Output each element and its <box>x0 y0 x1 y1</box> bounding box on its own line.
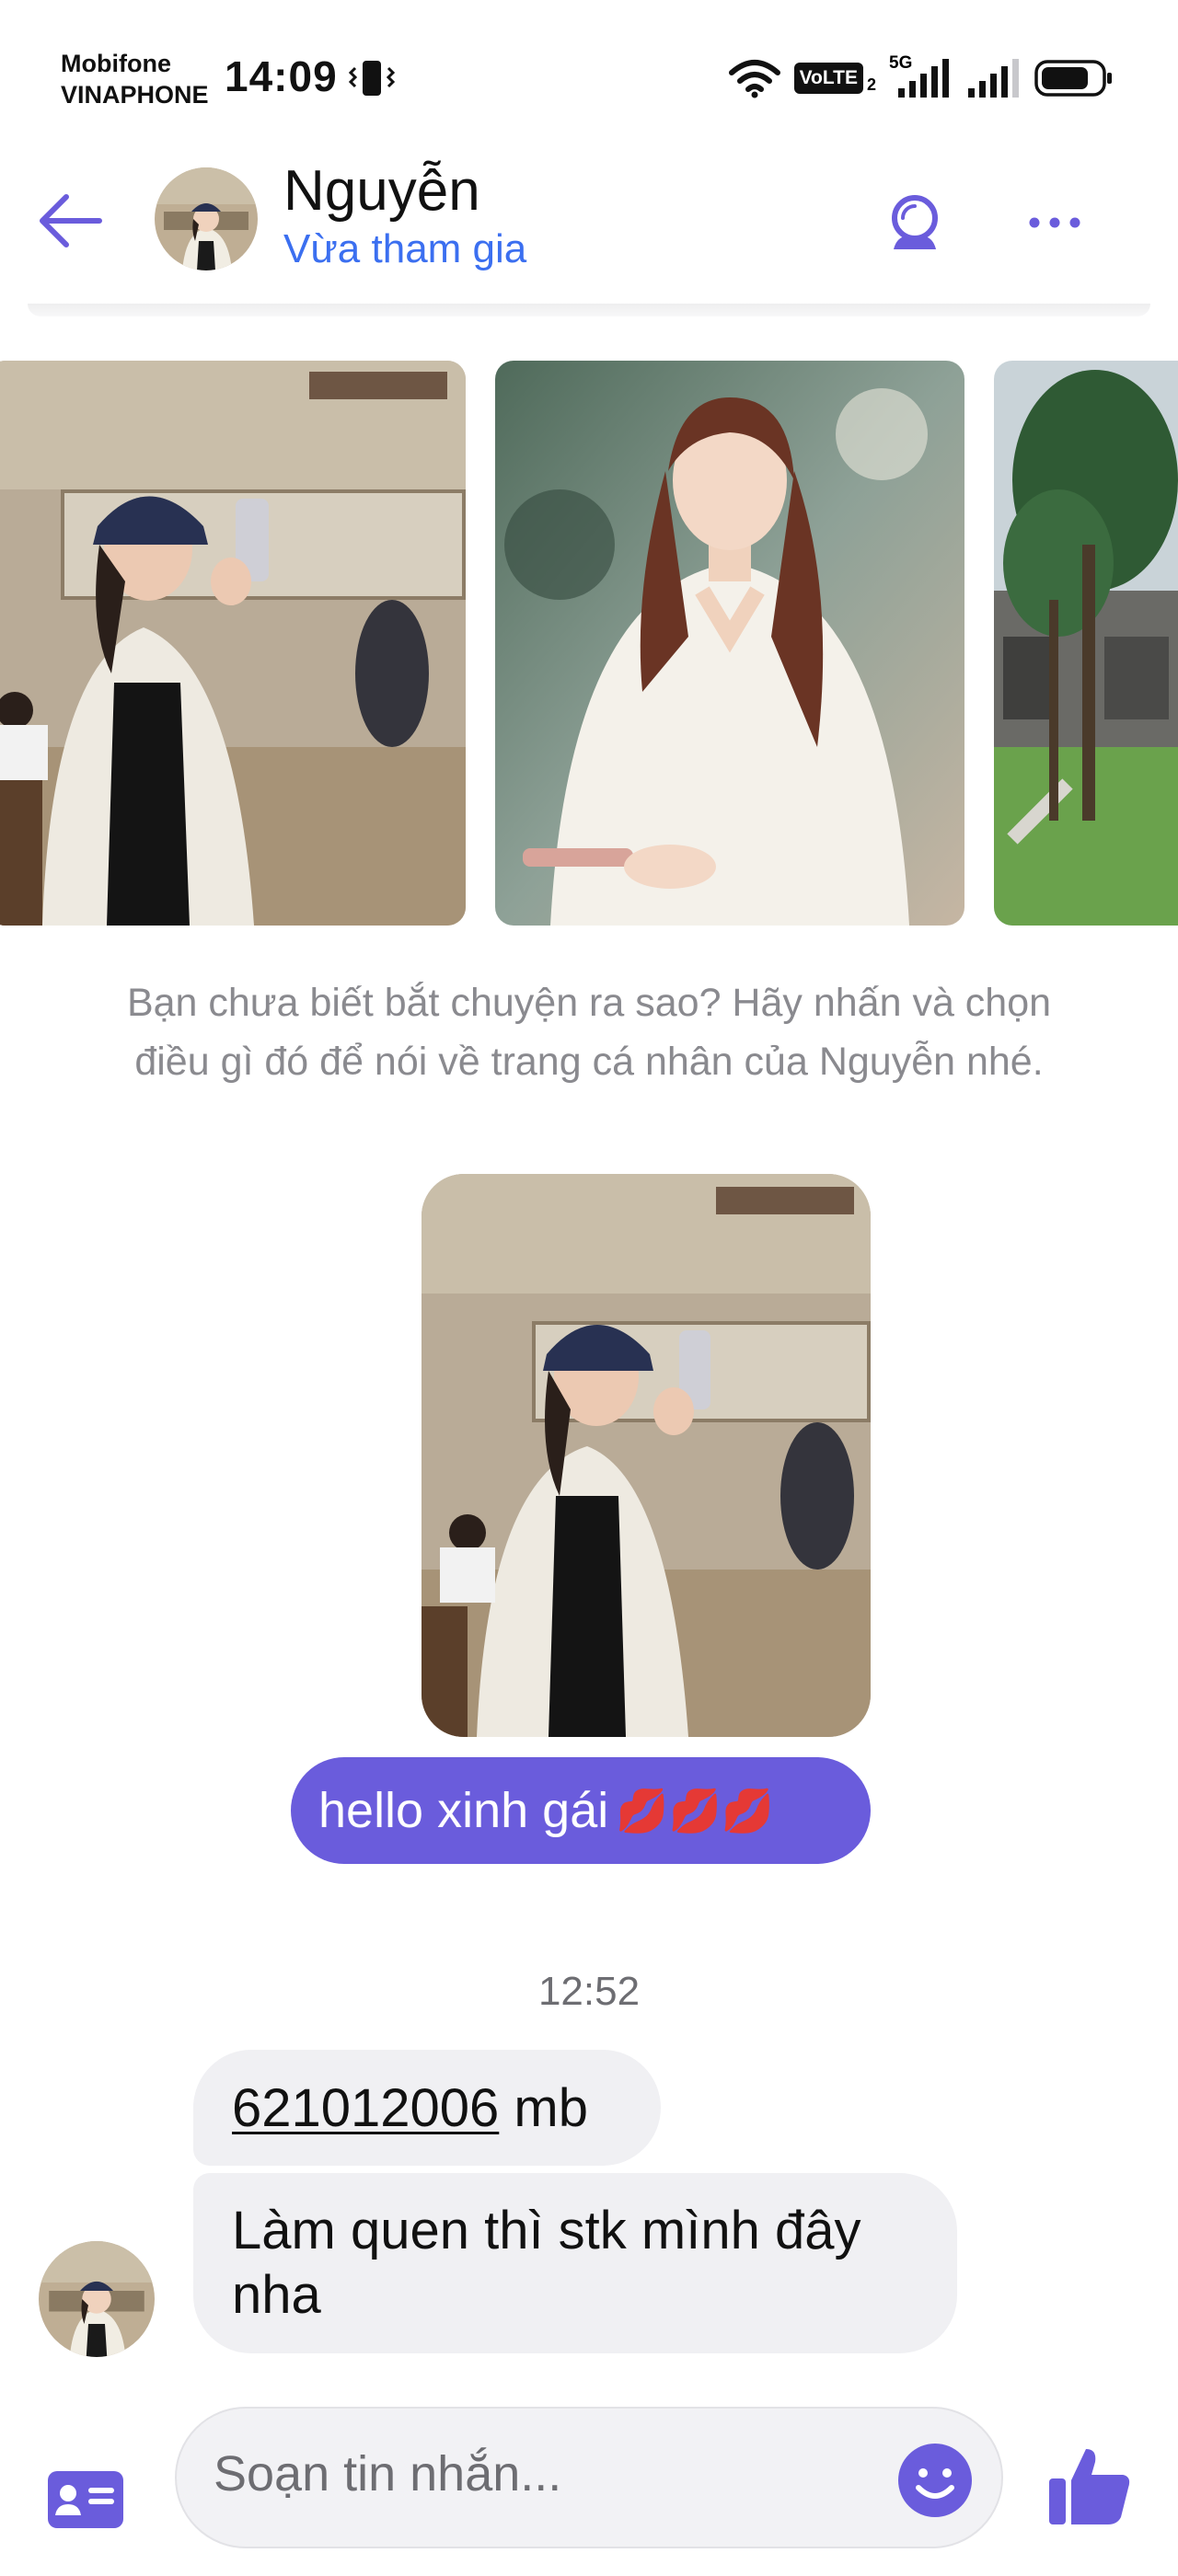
carousel-photo-white-dress[interactable] <box>495 361 964 926</box>
contact-avatar[interactable] <box>155 167 258 270</box>
incoming-message-bubble[interactable]: 621012006 mb <box>193 2050 661 2166</box>
contact-name[interactable]: Nguyễn <box>283 158 480 224</box>
volte-badge: VoLTE <box>793 63 863 94</box>
message-input[interactable]: Soạn tin nhắn... <box>175 2407 1003 2548</box>
carousel-photo-selfie[interactable] <box>0 361 466 926</box>
incoming-message-bubble[interactable]: Làm quen thì stk mình đây nha <box>193 2173 957 2353</box>
bank-name-text: mb <box>499 2077 588 2138</box>
carrier-2: VINAPHONE <box>61 81 209 109</box>
status-bar: Mobifone VINAPHONE 14:09 VoLTE 2 5G <box>0 0 1178 138</box>
like-icon[interactable] <box>1045 2444 1134 2528</box>
vibrate-icon <box>348 61 396 96</box>
outgoing-message-bubble[interactable]: hello xinh gái 💋💋💋 <box>291 1757 871 1864</box>
video-call-icon <box>892 195 938 249</box>
sender-avatar[interactable] <box>39 2241 155 2357</box>
sim-slot-label: 2 <box>866 75 876 94</box>
back-button[interactable] <box>33 184 107 258</box>
carrier-1: Mobifone <box>61 50 171 77</box>
battery-icon <box>1034 60 1112 97</box>
conversation-starter-hint: Bạn chưa biết bắt chuyện ra sao? Hãy nhấ… <box>126 981 1052 1084</box>
shared-photo-message[interactable] <box>422 1174 871 1737</box>
chat-header: Nguyễn Vừa tham gia <box>0 138 1178 316</box>
carrier-names: Mobifone VINAPHONE <box>61 48 209 110</box>
kiss-emoji: 💋💋💋 <box>616 1786 775 1834</box>
emoji-icon[interactable] <box>896 2442 974 2519</box>
header-divider <box>28 304 1150 316</box>
message-timestamp: 12:52 <box>537 1969 641 2014</box>
outgoing-message-text: hello xinh gái <box>318 1783 609 1838</box>
signal-icon <box>968 59 1019 98</box>
account-number-link[interactable]: 621012006 <box>232 2077 499 2139</box>
contact-card-icon[interactable] <box>46 2469 125 2530</box>
incoming-message-text: Làm quen thì stk mình đây nha <box>232 2201 861 2325</box>
more-icon <box>1029 217 1080 228</box>
wifi-icon <box>728 60 780 98</box>
status-icons: VoLTE 2 5G <box>728 53 1114 101</box>
message-composer: Soạn tin nhắn... <box>0 2392 1178 2576</box>
carousel-photo-garden[interactable] <box>994 361 1178 926</box>
signal-5g-icon: 5G <box>889 53 953 99</box>
status-time: 14:09 <box>225 52 338 100</box>
profile-photo-carousel[interactable] <box>0 361 1178 926</box>
video-call-button[interactable] <box>876 184 953 261</box>
back-arrow-icon <box>40 194 102 247</box>
contact-status: Vừa tham gia <box>283 226 527 271</box>
message-input-placeholder: Soạn tin nhắn... <box>214 2446 562 2501</box>
more-options-button[interactable] <box>1018 184 1091 261</box>
